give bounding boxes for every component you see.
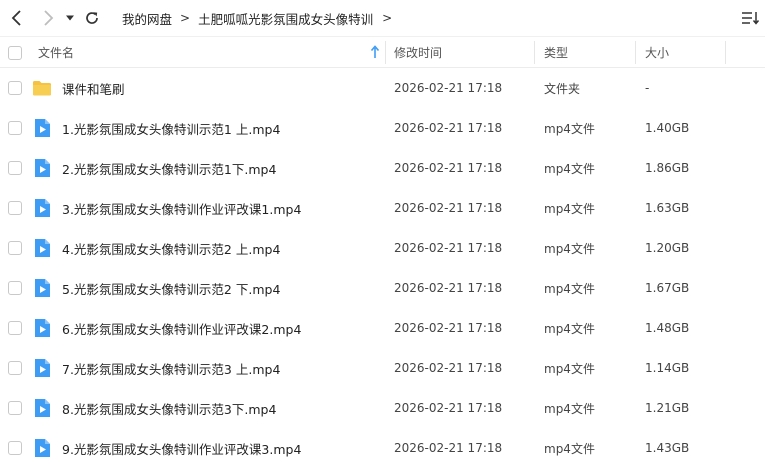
refresh-button[interactable] <box>80 6 104 30</box>
file-name[interactable]: 3.光影氛围成女头像特训作业评改课1.mp4 <box>62 188 301 228</box>
caret-down-icon <box>66 15 74 21</box>
row-checkbox[interactable] <box>8 281 22 295</box>
file-size: 1.40GB <box>645 121 690 135</box>
file-list: 课件和笔刷 2026-02-21 17:18 文件夹 - 1.光影氛围成女头像特训示范1… <box>0 68 765 468</box>
file-row[interactable]: 4.光影氛围成女头像特训示范2 上.mp4 2026-02-21 17:18 mp4… <box>0 228 765 268</box>
row-checkbox[interactable] <box>8 401 22 415</box>
row-checkbox[interactable] <box>8 321 22 335</box>
file-type: mp4文件 <box>544 321 595 336</box>
sort-menu-button[interactable] <box>740 8 760 28</box>
modified-time: 2026-02-21 17:18 <box>394 121 503 135</box>
file-size: - <box>645 81 650 95</box>
file-name[interactable]: 7.光影氛围成女头像特训示范3 上.mp4 <box>62 348 280 388</box>
modified-time: 2026-02-21 17:18 <box>394 441 503 455</box>
file-name[interactable]: 9.光影氛围成女头像特训作业评改课3.mp4 <box>62 428 301 468</box>
modified-time: 2026-02-21 17:18 <box>394 281 503 295</box>
column-divider[interactable] <box>385 41 386 64</box>
chevron-left-icon <box>11 10 21 26</box>
modified-time: 2026-02-21 17:18 <box>394 201 503 215</box>
file-size: 1.14GB <box>645 361 690 375</box>
file-type: mp4文件 <box>544 201 595 216</box>
column-type[interactable]: 类型 <box>544 37 568 68</box>
file-size: 1.43GB <box>645 441 690 455</box>
chevron-right-icon <box>44 10 54 26</box>
file-name[interactable]: 1.光影氛围成女头像特训示范1 上.mp4 <box>62 108 280 148</box>
file-type: mp4文件 <box>544 121 595 136</box>
breadcrumb-root[interactable]: 我的网盘 <box>122 9 172 28</box>
file-size: 1.67GB <box>645 281 690 295</box>
video-file-icon <box>35 239 50 257</box>
modified-time: 2026-02-21 17:18 <box>394 161 503 175</box>
file-name[interactable]: 4.光影氛围成女头像特训示范2 上.mp4 <box>62 228 280 268</box>
file-type: mp4文件 <box>544 241 595 256</box>
video-file-icon <box>35 159 50 177</box>
breadcrumb-separator: > <box>180 11 191 25</box>
row-checkbox[interactable] <box>8 241 22 255</box>
file-type: mp4文件 <box>544 441 595 456</box>
file-row[interactable]: 2.光影氛围成女头像特训示范1下.mp4 2026-02-21 17:18 mp4文… <box>0 148 765 188</box>
video-file-icon <box>35 119 50 137</box>
modified-time: 2026-02-21 17:18 <box>394 361 503 375</box>
folder-row[interactable]: 课件和笔刷 2026-02-21 17:18 文件夹 - <box>0 68 765 108</box>
sort-list-icon <box>742 12 760 25</box>
column-divider[interactable] <box>534 41 535 64</box>
file-type: mp4文件 <box>544 281 595 296</box>
toolbar: 我的网盘 > 土肥呱呱光影氛围成女头像特训 > <box>0 0 765 36</box>
history-dropdown-button[interactable] <box>59 6 81 30</box>
video-file-icon <box>35 399 50 417</box>
column-name[interactable]: 文件名 <box>38 37 74 68</box>
file-size: 1.63GB <box>645 201 690 215</box>
file-row[interactable]: 9.光影氛围成女头像特训作业评改课3.mp4 2026-02-21 17:18 mp… <box>0 428 765 468</box>
file-type: mp4文件 <box>544 361 595 376</box>
modified-time: 2026-02-21 17:18 <box>394 81 503 95</box>
row-checkbox[interactable] <box>8 361 22 375</box>
video-file-icon <box>35 439 50 457</box>
modified-time: 2026-02-21 17:18 <box>394 241 503 255</box>
file-name[interactable]: 5.光影氛围成女头像特训示范2 下.mp4 <box>62 268 280 308</box>
forward-button[interactable] <box>36 6 60 30</box>
column-divider[interactable] <box>725 41 726 64</box>
file-size: 1.86GB <box>645 161 690 175</box>
file-type: mp4文件 <box>544 161 595 176</box>
select-all-checkbox[interactable] <box>8 46 22 60</box>
row-checkbox[interactable] <box>8 161 22 175</box>
file-name[interactable]: 6.光影氛围成女头像特训作业评改课2.mp4 <box>62 308 301 348</box>
sort-ascending-icon[interactable] <box>370 45 380 59</box>
file-type: 文件夹 <box>544 81 581 96</box>
row-checkbox[interactable] <box>8 441 22 455</box>
row-checkbox[interactable] <box>8 81 22 95</box>
file-name[interactable]: 2.光影氛围成女头像特训示范1下.mp4 <box>62 148 276 188</box>
column-divider[interactable] <box>635 41 636 64</box>
file-size: 1.21GB <box>645 401 690 415</box>
breadcrumb-current[interactable]: 土肥呱呱光影氛围成女头像特训 <box>198 9 373 28</box>
column-header: 文件名 修改时间 类型 大小 <box>0 36 765 68</box>
column-size[interactable]: 大小 <box>645 37 669 68</box>
video-file-icon <box>35 279 50 297</box>
folder-icon <box>33 81 51 96</box>
file-size: 1.48GB <box>645 321 690 335</box>
modified-time: 2026-02-21 17:18 <box>394 321 503 335</box>
file-size: 1.20GB <box>645 241 690 255</box>
video-file-icon <box>35 359 50 377</box>
breadcrumb: 我的网盘 > 土肥呱呱光影氛围成女头像特训 > <box>122 0 392 36</box>
file-row[interactable]: 6.光影氛围成女头像特训作业评改课2.mp4 2026-02-21 17:18 mp… <box>0 308 765 348</box>
file-row[interactable]: 5.光影氛围成女头像特训示范2 下.mp4 2026-02-21 17:18 mp4… <box>0 268 765 308</box>
modified-time: 2026-02-21 17:18 <box>394 401 503 415</box>
row-checkbox[interactable] <box>8 121 22 135</box>
row-checkbox[interactable] <box>8 201 22 215</box>
breadcrumb-expand-arrow[interactable]: > <box>382 11 392 25</box>
column-modified-time[interactable]: 修改时间 <box>394 37 442 68</box>
video-file-icon <box>35 319 50 337</box>
file-row[interactable]: 7.光影氛围成女头像特训示范3 上.mp4 2026-02-21 17:18 mp4… <box>0 348 765 388</box>
file-name[interactable]: 课件和笔刷 <box>62 68 125 108</box>
video-file-icon <box>35 199 50 217</box>
back-button[interactable] <box>5 6 29 30</box>
refresh-icon <box>86 12 98 24</box>
file-name[interactable]: 8.光影氛围成女头像特训示范3下.mp4 <box>62 388 276 428</box>
file-type: mp4文件 <box>544 401 595 416</box>
file-row[interactable]: 1.光影氛围成女头像特训示范1 上.mp4 2026-02-21 17:18 mp4… <box>0 108 765 148</box>
file-row[interactable]: 3.光影氛围成女头像特训作业评改课1.mp4 2026-02-21 17:18 mp… <box>0 188 765 228</box>
file-row[interactable]: 8.光影氛围成女头像特训示范3下.mp4 2026-02-21 17:18 mp4文… <box>0 388 765 428</box>
